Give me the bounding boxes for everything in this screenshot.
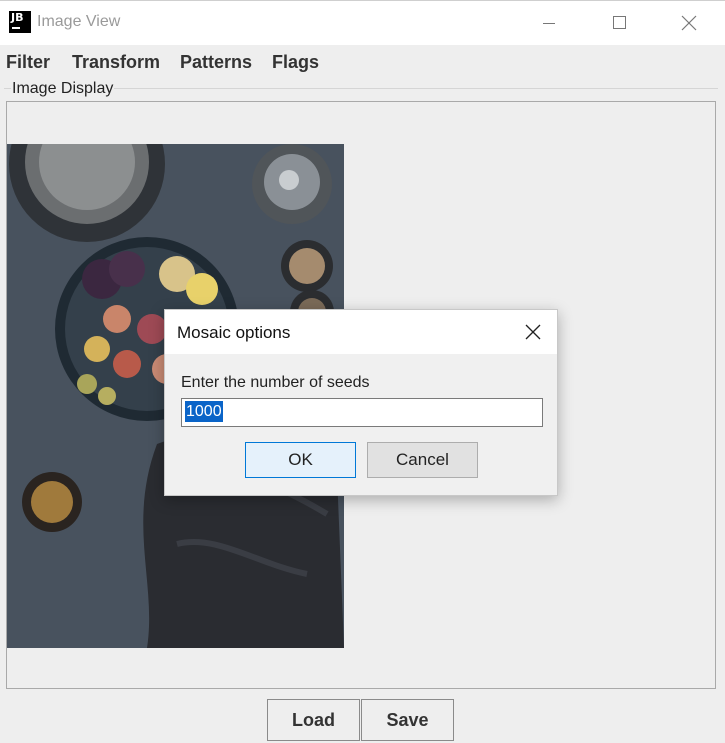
menu-filter[interactable]: Filter (6, 52, 50, 73)
window-title: Image View (37, 13, 121, 30)
cancel-button[interactable]: Cancel (367, 442, 478, 478)
close-icon (681, 15, 697, 31)
menu-flags[interactable]: Flags (272, 52, 319, 73)
seeds-input[interactable]: 1000 (181, 398, 543, 427)
minimize-icon (543, 23, 555, 24)
dialog-title-bar: Mosaic options (165, 310, 557, 354)
mosaic-options-dialog: Mosaic options Enter the number of seeds… (164, 309, 558, 496)
dialog-title: Mosaic options (177, 323, 291, 342)
maximize-icon (613, 16, 626, 29)
close-icon (525, 324, 541, 340)
app-logo-icon: JB (9, 11, 31, 33)
title-bar: JB Image View (0, 0, 725, 45)
maximize-button[interactable] (596, 1, 642, 46)
ok-button[interactable]: OK (245, 442, 356, 478)
minimize-button[interactable] (526, 1, 572, 46)
menu-transform[interactable]: Transform (72, 52, 160, 73)
app-logo-text: JB (11, 11, 24, 24)
save-button[interactable]: Save (361, 699, 454, 741)
menu-bar: Filter Transform Patterns Flags (0, 45, 725, 77)
menu-patterns[interactable]: Patterns (180, 52, 252, 73)
close-window-button[interactable] (666, 1, 712, 46)
dialog-close-button[interactable] (515, 316, 551, 348)
load-button[interactable]: Load (267, 699, 360, 741)
seeds-input-value: 1000 (185, 401, 223, 422)
panel-label: Image Display (11, 80, 115, 98)
seeds-prompt-label: Enter the number of seeds (181, 374, 370, 391)
